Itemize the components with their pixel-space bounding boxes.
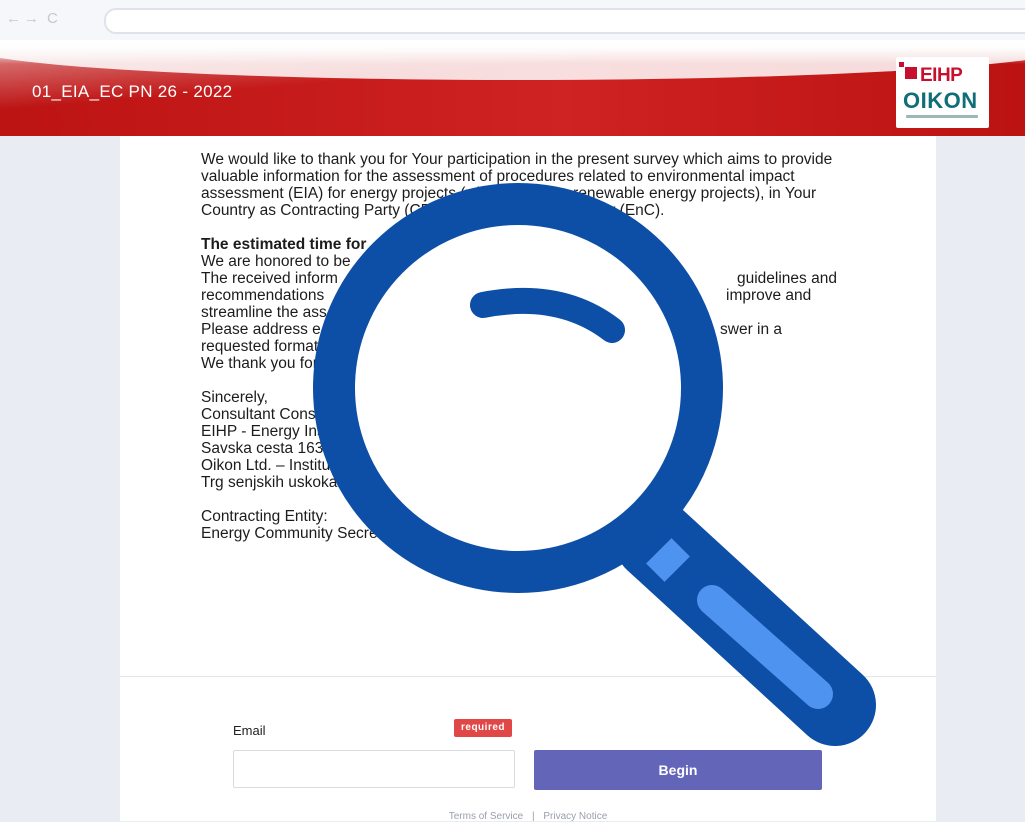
address-bar[interactable] (104, 8, 1025, 34)
back-arrow-icon[interactable]: ← (6, 11, 21, 27)
organization-logo: EIHP OIKON (896, 57, 989, 128)
banner-decoration (0, 40, 1025, 80)
signoff-oikon: Oikon Ltd. – Institute of (201, 457, 361, 474)
logo-text-oikon: OIKON (903, 88, 978, 113)
survey-header-banner: 01_EIA_EC PN 26 - 2022 EIHP OIKON (0, 40, 1025, 136)
browser-toolbar: ← → C (0, 0, 1025, 40)
contracting-entity-value: Energy Community Secretariat Am Hof 4, 5… (201, 525, 613, 542)
logo-square (905, 67, 917, 79)
begin-button[interactable]: Begin (534, 750, 822, 790)
forward-arrow-icon[interactable]: → (24, 11, 39, 27)
intro-line: requested format (201, 338, 319, 355)
terms-of-service-link[interactable]: Terms of Service (449, 811, 523, 822)
intro-line: streamline the ass (201, 304, 327, 321)
survey-introduction: We would like to thank you for Your part… (201, 151, 851, 542)
email-field[interactable] (233, 750, 515, 788)
reload-icon[interactable]: C (47, 11, 58, 27)
intro-line: The received inform guidelines and (201, 270, 837, 287)
signoff-consultant: Consultant Consor (201, 406, 330, 423)
signoff-trg: Trg senjskih uskoka 1-2 HR (201, 474, 391, 491)
survey-card: We would like to thank you for Your part… (120, 136, 936, 822)
intro-line: recommendations improve and (201, 287, 812, 304)
intro-line: Please address e swer in a (201, 321, 783, 338)
footer-separator: | (531, 811, 535, 822)
privacy-notice-link[interactable]: Privacy Notice (543, 811, 607, 822)
section-divider (120, 676, 936, 677)
footer-links: Terms of Service | Privacy Notice (120, 811, 936, 822)
estimated-time-heading: The estimated time for (201, 236, 367, 253)
intro-line: We are honored to be (201, 253, 351, 270)
intro-paragraph: We would like to thank you for Your part… (201, 151, 833, 219)
required-badge: required (454, 719, 513, 737)
logo-tagline (906, 115, 978, 118)
contracting-entity-label: Contracting Entity: (201, 508, 328, 525)
signoff-eihp: EIHP - Energy Instit (201, 423, 337, 440)
logo-square-small (899, 62, 904, 67)
survey-title: 01_EIA_EC PN 26 - 2022 (32, 82, 233, 101)
email-label: Email (233, 723, 266, 738)
signoff-savska: Savska cesta 163 HR (201, 440, 351, 457)
signoff: Sincerely, (201, 389, 268, 406)
logo-text-eihp: EIHP (920, 65, 963, 86)
intro-line: We thank you for (201, 355, 318, 372)
